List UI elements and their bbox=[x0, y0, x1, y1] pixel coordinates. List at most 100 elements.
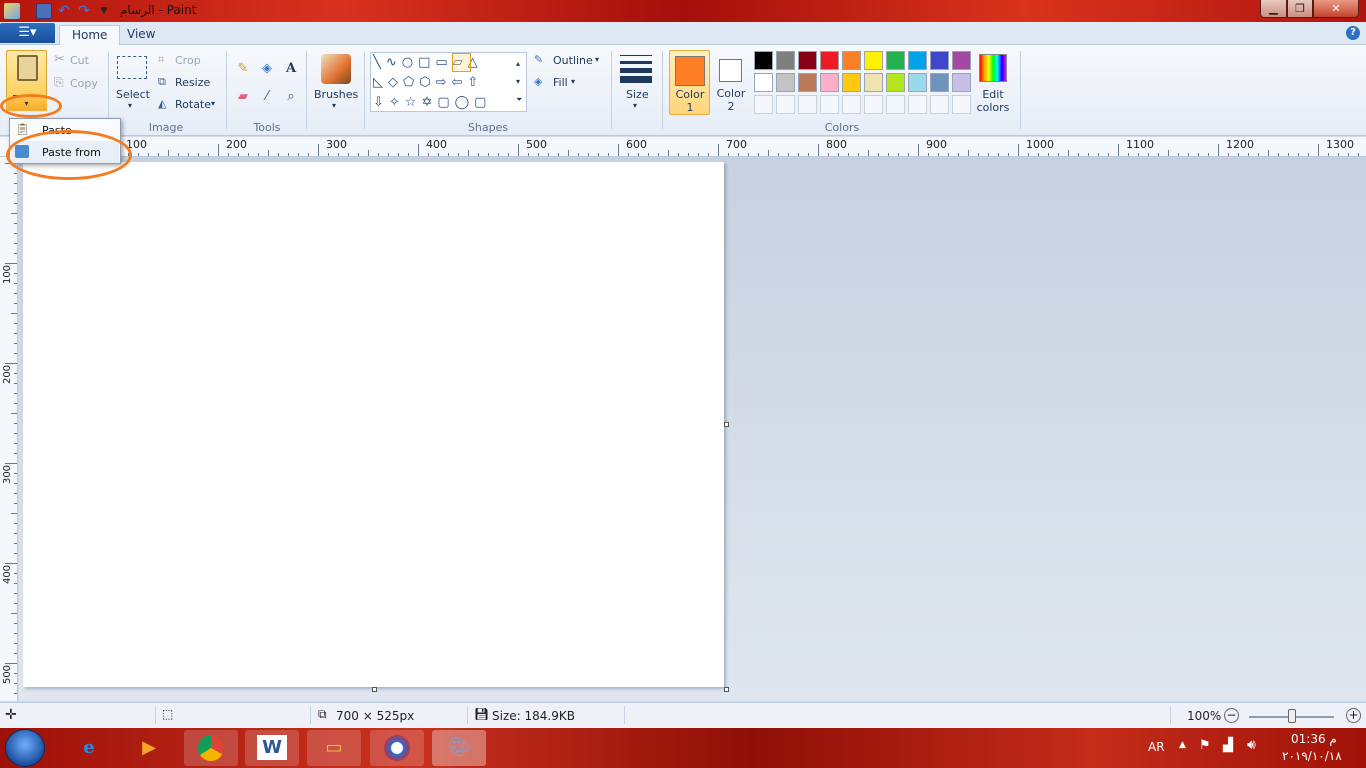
color-swatch[interactable] bbox=[864, 51, 883, 70]
file-explorer-icon[interactable]: ▭ bbox=[307, 730, 361, 766]
fill-dropdown-icon[interactable]: ▾ bbox=[571, 77, 575, 86]
custom-color-slot[interactable] bbox=[842, 95, 861, 114]
paint-app-icon[interactable] bbox=[4, 3, 20, 19]
image-group-label: Image bbox=[148, 121, 184, 134]
text-icon[interactable]: A bbox=[281, 59, 301, 79]
redo-icon[interactable]: ↷ bbox=[76, 3, 92, 19]
custom-color-slot[interactable] bbox=[930, 95, 949, 114]
size-dropdown-icon[interactable]: ▾ bbox=[633, 101, 637, 110]
fill-button[interactable]: Fill bbox=[553, 76, 568, 89]
color-swatch[interactable] bbox=[930, 73, 949, 92]
color-swatch[interactable] bbox=[754, 73, 773, 92]
fill-bucket-icon[interactable]: ◈ bbox=[257, 59, 277, 79]
resize-handle-right[interactable] bbox=[724, 422, 729, 427]
drawing-canvas[interactable] bbox=[23, 162, 724, 687]
color-swatch[interactable] bbox=[864, 73, 883, 92]
paint-taskbar-icon[interactable]: 🎨︎ bbox=[432, 730, 486, 766]
eraser-icon[interactable]: ▰ bbox=[233, 87, 253, 107]
zoom-slider-thumb[interactable] bbox=[1288, 709, 1296, 723]
select-button[interactable]: Select bbox=[116, 88, 150, 101]
minimize-button[interactable]: ▁ bbox=[1260, 0, 1287, 18]
separator bbox=[310, 706, 311, 724]
custom-color-slot[interactable] bbox=[776, 95, 795, 114]
copy-button[interactable]: Copy bbox=[70, 77, 98, 90]
language-indicator[interactable]: AR bbox=[1148, 740, 1165, 754]
color-swatch[interactable] bbox=[776, 51, 795, 70]
app-menu-button[interactable]: ☰▾ bbox=[0, 23, 55, 43]
maximize-button[interactable]: ❐ bbox=[1287, 0, 1313, 18]
color-swatch[interactable] bbox=[908, 51, 927, 70]
color-swatch[interactable] bbox=[930, 51, 949, 70]
custom-color-slot[interactable] bbox=[754, 95, 773, 114]
word-icon[interactable]: W bbox=[245, 730, 299, 766]
cut-button[interactable]: Cut bbox=[70, 54, 89, 67]
undo-icon[interactable]: ↶ bbox=[56, 3, 72, 19]
color-swatch[interactable] bbox=[798, 73, 817, 92]
ruler-tick bbox=[14, 693, 17, 694]
custom-color-slot[interactable] bbox=[864, 95, 883, 114]
zoom-out-button[interactable]: − bbox=[1224, 708, 1239, 723]
color-swatch[interactable] bbox=[842, 73, 861, 92]
color-swatch[interactable] bbox=[754, 51, 773, 70]
clock-date[interactable]: ٢٠١٩/١٠/١٨ bbox=[1282, 749, 1342, 763]
tab-view[interactable]: View bbox=[115, 25, 167, 46]
ruler-tick bbox=[758, 153, 759, 156]
custom-color-slot[interactable] bbox=[952, 95, 971, 114]
color-swatch[interactable] bbox=[886, 51, 905, 70]
taskbar: e ▶ W ▭ 🎨︎ AR ▲ ⚑ ▟ 🔊︎ 01:36 م ٢٠١٩/١٠/١… bbox=[0, 728, 1366, 768]
rotate-button[interactable]: Rotate bbox=[175, 98, 211, 111]
resize-handle-bottom[interactable] bbox=[372, 687, 377, 692]
close-button[interactable]: ✕ bbox=[1313, 0, 1359, 18]
volume-icon[interactable]: 🔊︎ bbox=[1247, 737, 1256, 753]
action-center-icon[interactable]: ⚑ bbox=[1199, 738, 1211, 753]
color-swatch[interactable] bbox=[952, 51, 971, 70]
shapes-group-label: Shapes bbox=[467, 121, 509, 134]
resize-button[interactable]: Resize bbox=[175, 76, 210, 89]
outline-button[interactable]: Outline bbox=[553, 54, 593, 67]
media-player-icon[interactable]: ▶ bbox=[122, 730, 176, 766]
edit-colors-button[interactable]: Edit colors bbox=[976, 88, 1010, 114]
color1-button[interactable]: Color 1 bbox=[669, 50, 710, 115]
ruler-tick bbox=[958, 153, 959, 156]
color-picker-icon[interactable]: ⁄ bbox=[257, 87, 277, 107]
crop-button[interactable]: Crop bbox=[175, 54, 201, 67]
custom-color-slot[interactable] bbox=[820, 95, 839, 114]
magnifier-icon[interactable]: ⌕ bbox=[281, 87, 301, 107]
internet-explorer-icon[interactable]: e bbox=[62, 730, 116, 766]
custom-color-slot[interactable] bbox=[886, 95, 905, 114]
browser-app-icon[interactable] bbox=[370, 730, 424, 766]
start-button[interactable] bbox=[5, 729, 45, 767]
customize-qat-icon[interactable]: ▼ bbox=[96, 3, 112, 19]
save-icon[interactable] bbox=[36, 3, 52, 19]
ruler-tick bbox=[14, 233, 17, 234]
color-swatch[interactable] bbox=[886, 73, 905, 92]
size-button[interactable]: Size bbox=[626, 88, 649, 101]
tab-home[interactable]: Home bbox=[59, 25, 121, 46]
brushes-button[interactable]: Brushes bbox=[314, 88, 358, 101]
custom-color-slot[interactable] bbox=[908, 95, 927, 114]
rotate-dropdown-icon[interactable]: ▾ bbox=[211, 99, 215, 108]
shapes-scroll-icon[interactable]: ▴ ▾ ⏷ bbox=[516, 55, 522, 109]
shapes-gallery[interactable]: ╲∿○□▭▱△ ◺◇⬠⬡⇨⇦⇧ ⇩✧☆✡▢◯▢ bbox=[370, 52, 527, 112]
custom-color-slot[interactable] bbox=[798, 95, 817, 114]
color-swatch[interactable] bbox=[952, 73, 971, 92]
chrome-icon[interactable] bbox=[184, 730, 238, 766]
edit-colors-icon bbox=[979, 54, 1007, 82]
network-icon[interactable]: ▟ bbox=[1223, 738, 1233, 753]
color2-button[interactable]: Color 2 bbox=[712, 50, 750, 115]
select-dropdown-icon[interactable]: ▾ bbox=[128, 101, 132, 110]
clock-time[interactable]: 01:36 م bbox=[1291, 732, 1337, 746]
zoom-in-button[interactable]: + bbox=[1346, 708, 1361, 723]
color-swatch[interactable] bbox=[842, 51, 861, 70]
brushes-dropdown-icon[interactable]: ▾ bbox=[332, 101, 336, 110]
tray-arrow-icon[interactable]: ▲ bbox=[1179, 740, 1186, 750]
color-swatch[interactable] bbox=[820, 73, 839, 92]
color-swatch[interactable] bbox=[776, 73, 795, 92]
color-swatch[interactable] bbox=[798, 51, 817, 70]
color-swatch[interactable] bbox=[908, 73, 927, 92]
pencil-icon[interactable]: ✎ bbox=[233, 59, 253, 79]
resize-handle-corner[interactable] bbox=[724, 687, 729, 692]
outline-dropdown-icon[interactable]: ▾ bbox=[595, 55, 599, 64]
help-icon[interactable]: ? bbox=[1346, 26, 1360, 40]
color-swatch[interactable] bbox=[820, 51, 839, 70]
